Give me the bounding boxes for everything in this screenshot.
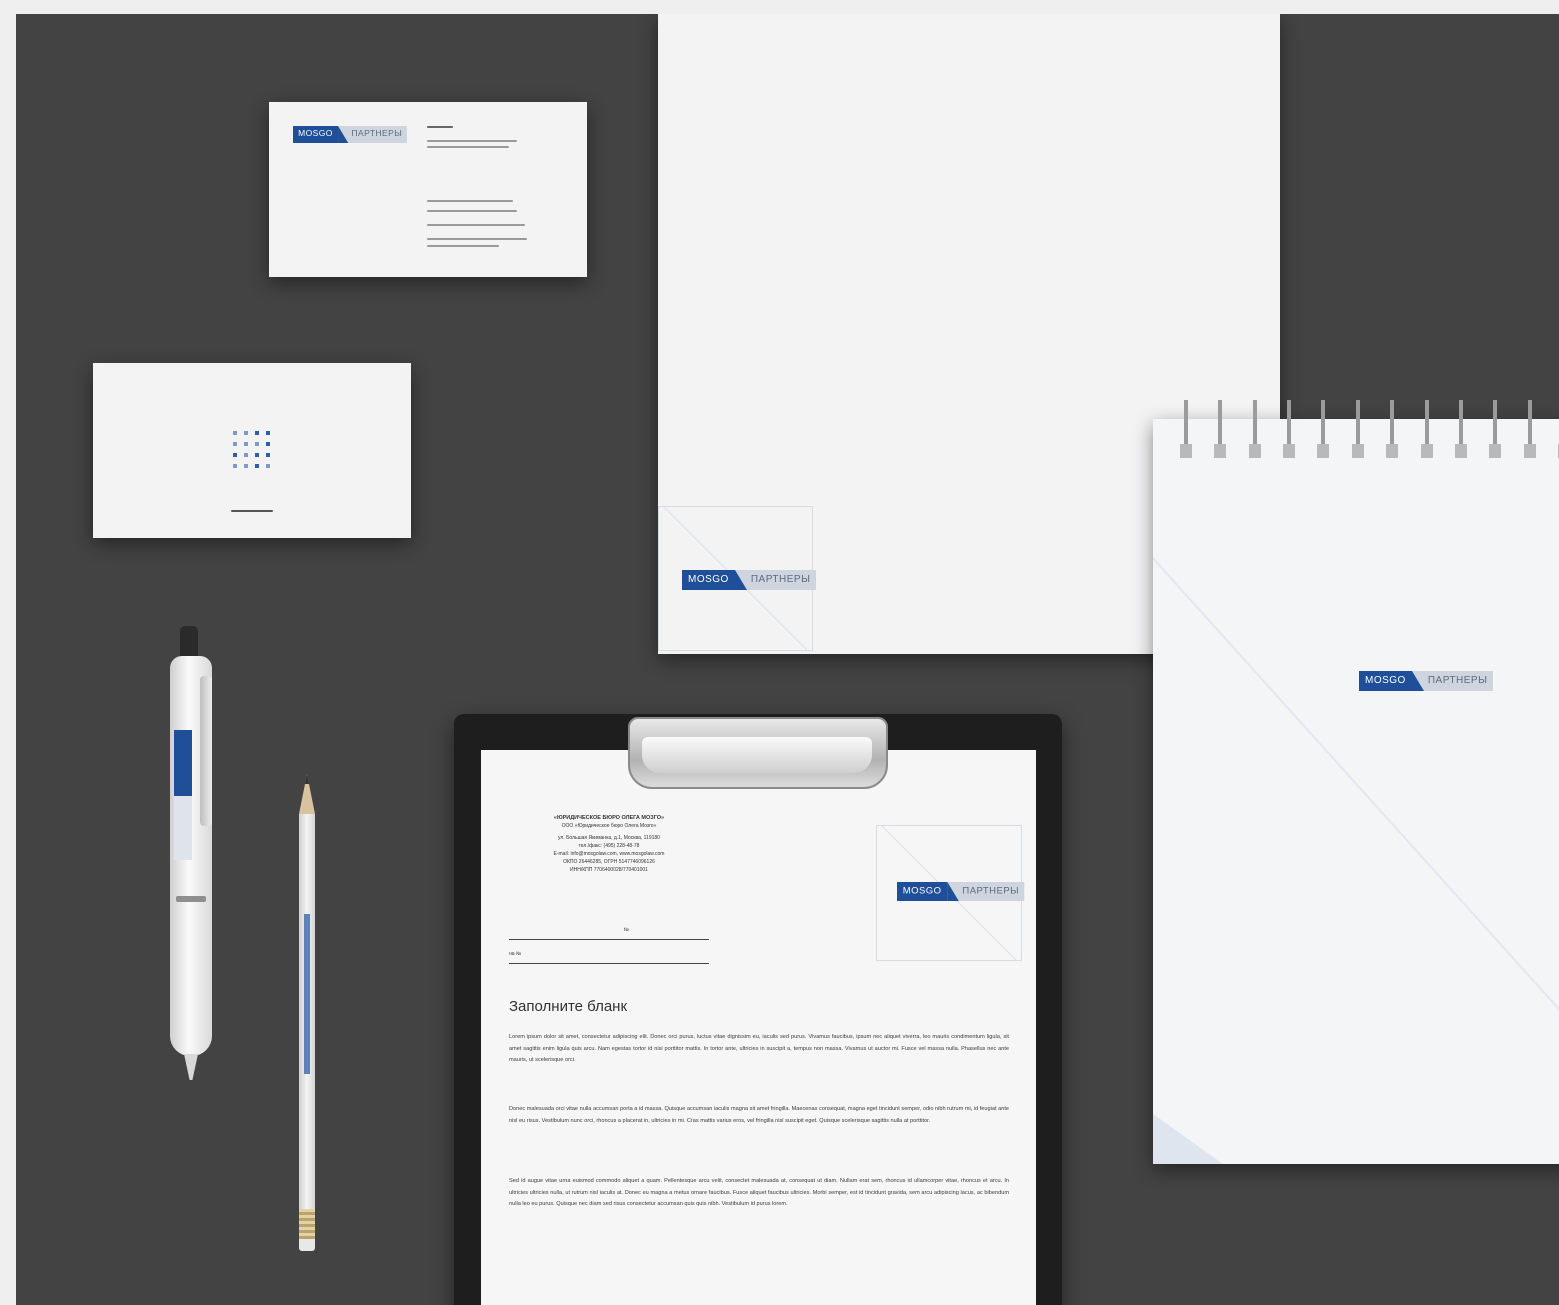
addr-line: ИНН/КПП 7706400028/770401001 bbox=[570, 867, 648, 873]
clipboard-clip bbox=[628, 717, 888, 789]
business-card-front: MOSGO ПАРТНЕРЫ bbox=[269, 102, 587, 277]
card-text-line bbox=[427, 210, 517, 212]
addr-line: ООО «Юридическое бюро Олега Мозго» bbox=[561, 823, 657, 829]
card-back-text-line bbox=[231, 510, 273, 512]
field-reference: на № bbox=[509, 944, 709, 964]
logo-part-2: ПАРТНЕРЫ bbox=[947, 882, 1025, 901]
logo-part-1: MOSGO bbox=[293, 126, 348, 143]
brand-logo: MOSGO ПАРТНЕРЫ bbox=[682, 570, 817, 590]
branded-pencil bbox=[295, 774, 319, 1254]
addr-line: ОКПО 26446285, ОГРН 5147746096126 bbox=[563, 859, 655, 865]
letter-paragraph: Lorem ipsum dolor sit amet, consectetur … bbox=[509, 1034, 1009, 1063]
logo-part-2: ПАРТНЕРЫ bbox=[734, 570, 817, 590]
card-text-line bbox=[427, 146, 509, 148]
addr-line: тел./факс: (495) 228-48-78 bbox=[578, 843, 640, 849]
logo-part-1: MOSGO bbox=[897, 882, 959, 901]
notebook-spiral-binding bbox=[1180, 400, 1559, 465]
card-text-line bbox=[427, 238, 527, 240]
stationery-mockup-scene: MOSGO ПАРТНЕРЫ MOSGO ПАРТНЕРЫ MOSGO ПАРТ… bbox=[16, 14, 1559, 1305]
brand-logo: MOSGO ПАРТНЕРЫ bbox=[1359, 671, 1494, 691]
logo-part-2: ПАРТНЕРЫ bbox=[337, 126, 408, 143]
addr-line: E-mail: info@mosgolaw.com, www.mosgolaw.… bbox=[553, 851, 665, 857]
business-card-back bbox=[93, 363, 411, 538]
letter-form-sheet: «ЮРИДИЧЕСКОЕ БЮРО ОЛЕГА МОЗГО» ООО «Юрид… bbox=[481, 750, 1036, 1305]
field-number: № bbox=[509, 920, 709, 940]
org-name: «ЮРИДИЧЕСКОЕ БЮРО ОЛЕГА МОЗГО» bbox=[553, 815, 665, 821]
brand-logo: MOSGO ПАРТНЕРЫ bbox=[897, 882, 1025, 901]
card-text-line bbox=[427, 224, 525, 226]
logo-part-1: MOSGO bbox=[1359, 671, 1424, 691]
card-text-line bbox=[427, 126, 453, 128]
letter-heading: Заполните бланк bbox=[509, 998, 628, 1015]
card-text-line bbox=[427, 140, 517, 142]
spiral-notebook: MOSGO ПАРТНЕРЫ bbox=[1153, 419, 1559, 1164]
branded-pen bbox=[168, 626, 216, 1081]
letter-number-fields: № на № bbox=[509, 920, 709, 968]
brand-logo: MOSGO ПАРТНЕРЫ bbox=[293, 126, 408, 143]
letter-paragraph: Donec malesuada orci vitae nulla accumsa… bbox=[509, 1106, 1009, 1124]
letter-address-block: «ЮРИДИЧЕСКОЕ БЮРО ОЛЕГА МОЗГО» ООО «Юрид… bbox=[509, 814, 709, 874]
addr-line: ул. Большая Якиманка, д.1, Москва, 11918… bbox=[558, 835, 660, 841]
logo-dot-grid bbox=[233, 431, 273, 471]
card-text-line bbox=[427, 245, 499, 247]
logo-part-2: ПАРТНЕРЫ bbox=[1411, 671, 1494, 691]
logo-part-1: MOSGO bbox=[682, 570, 747, 590]
letter-paragraph: Sed id augue vitae urna euismod commodo … bbox=[509, 1178, 1009, 1207]
card-text-line bbox=[427, 200, 513, 202]
notebook-corner-triangle bbox=[1153, 1114, 1223, 1164]
notebook-diagonal-line bbox=[1153, 419, 1559, 1164]
